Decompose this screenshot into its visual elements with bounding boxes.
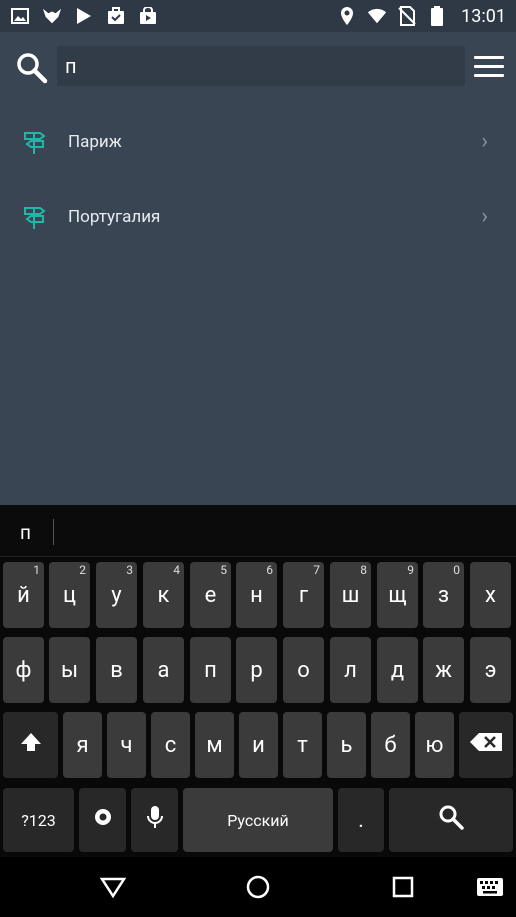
- key[interactable]: ц2: [49, 562, 90, 628]
- key[interactable]: ы: [49, 637, 90, 703]
- navigation-bar: [0, 857, 516, 917]
- suggestion-strip: п: [0, 505, 516, 557]
- battery-icon: [427, 6, 447, 26]
- hamburger-menu-icon[interactable]: [474, 56, 504, 78]
- microphone-icon: [146, 805, 163, 835]
- key[interactable]: э: [470, 637, 511, 703]
- no-sim-icon: [397, 6, 417, 26]
- key[interactable]: е5: [190, 562, 231, 628]
- keyboard: п й1 ц2 у3 к4 е5 н6 г7 ш8 щ9 з0 х ф ы в …: [0, 505, 516, 857]
- key[interactable]: р: [236, 637, 277, 703]
- shift-icon: [19, 730, 43, 760]
- settings-key[interactable]: [79, 788, 126, 852]
- key[interactable]: х: [470, 562, 511, 628]
- key[interactable]: в: [96, 637, 137, 703]
- key[interactable]: ф: [3, 637, 44, 703]
- key[interactable]: щ9: [377, 562, 418, 628]
- home-icon[interactable]: [242, 871, 274, 903]
- search-icon[interactable]: [16, 52, 48, 84]
- briefcase-check-icon: [106, 6, 126, 26]
- search-action-key[interactable]: [389, 788, 513, 852]
- key[interactable]: л: [330, 637, 371, 703]
- key[interactable]: з0: [423, 562, 464, 628]
- key[interactable]: т: [283, 712, 322, 778]
- location-icon: [337, 6, 357, 26]
- status-bar: 13:01: [0, 0, 516, 32]
- key[interactable]: п: [190, 637, 231, 703]
- key[interactable]: ш8: [330, 562, 371, 628]
- list-item-label: Португалия: [68, 206, 161, 227]
- app-header: п: [0, 32, 516, 104]
- list-item[interactable]: Португалия ›: [0, 179, 516, 254]
- clock: 13:01: [461, 5, 506, 27]
- key[interactable]: у3: [96, 562, 137, 628]
- gear-icon: [92, 806, 114, 834]
- key[interactable]: к4: [143, 562, 184, 628]
- space-key[interactable]: Русский: [183, 788, 333, 852]
- image-icon: [10, 6, 30, 26]
- key[interactable]: ь: [327, 712, 366, 778]
- key[interactable]: а: [143, 637, 184, 703]
- suggestion-item[interactable]: п: [20, 521, 31, 544]
- signpost-icon: [22, 129, 48, 155]
- play-store-icon: [74, 6, 94, 26]
- list-item-label: Париж: [68, 131, 122, 152]
- back-icon[interactable]: [97, 871, 129, 903]
- key[interactable]: й1: [3, 562, 44, 628]
- search-icon: [438, 804, 464, 836]
- key[interactable]: ч: [107, 712, 146, 778]
- period-key[interactable]: .: [338, 788, 384, 852]
- key[interactable]: о: [283, 637, 324, 703]
- voice-input-key[interactable]: [131, 788, 178, 852]
- search-input[interactable]: п: [57, 46, 465, 86]
- symbols-key[interactable]: ?123: [3, 788, 74, 852]
- shift-key[interactable]: [3, 712, 58, 778]
- fox-icon: [42, 6, 62, 26]
- wifi-icon: [367, 6, 387, 26]
- backspace-key[interactable]: [459, 712, 513, 778]
- chevron-right-icon: ›: [481, 129, 488, 154]
- key[interactable]: д: [377, 637, 418, 703]
- key[interactable]: и: [239, 712, 278, 778]
- signpost-icon: [22, 204, 48, 230]
- results-list: Париж › Португалия ›: [0, 104, 516, 505]
- keyboard-switch-icon[interactable]: [474, 871, 506, 903]
- backspace-icon: [469, 732, 503, 758]
- key[interactable]: я: [63, 712, 102, 778]
- key[interactable]: м: [195, 712, 234, 778]
- shopping-bag-icon: [138, 6, 158, 26]
- key[interactable]: с: [151, 712, 190, 778]
- language-label: Русский: [227, 810, 289, 830]
- key[interactable]: б: [371, 712, 410, 778]
- key[interactable]: г7: [283, 562, 324, 628]
- key[interactable]: н6: [236, 562, 277, 628]
- key[interactable]: ж: [423, 637, 464, 703]
- chevron-right-icon: ›: [481, 204, 488, 229]
- search-input-value: п: [65, 54, 77, 78]
- list-item[interactable]: Париж ›: [0, 104, 516, 179]
- suggestion-divider: [53, 519, 54, 545]
- recents-icon[interactable]: [387, 871, 419, 903]
- key[interactable]: ю: [415, 712, 454, 778]
